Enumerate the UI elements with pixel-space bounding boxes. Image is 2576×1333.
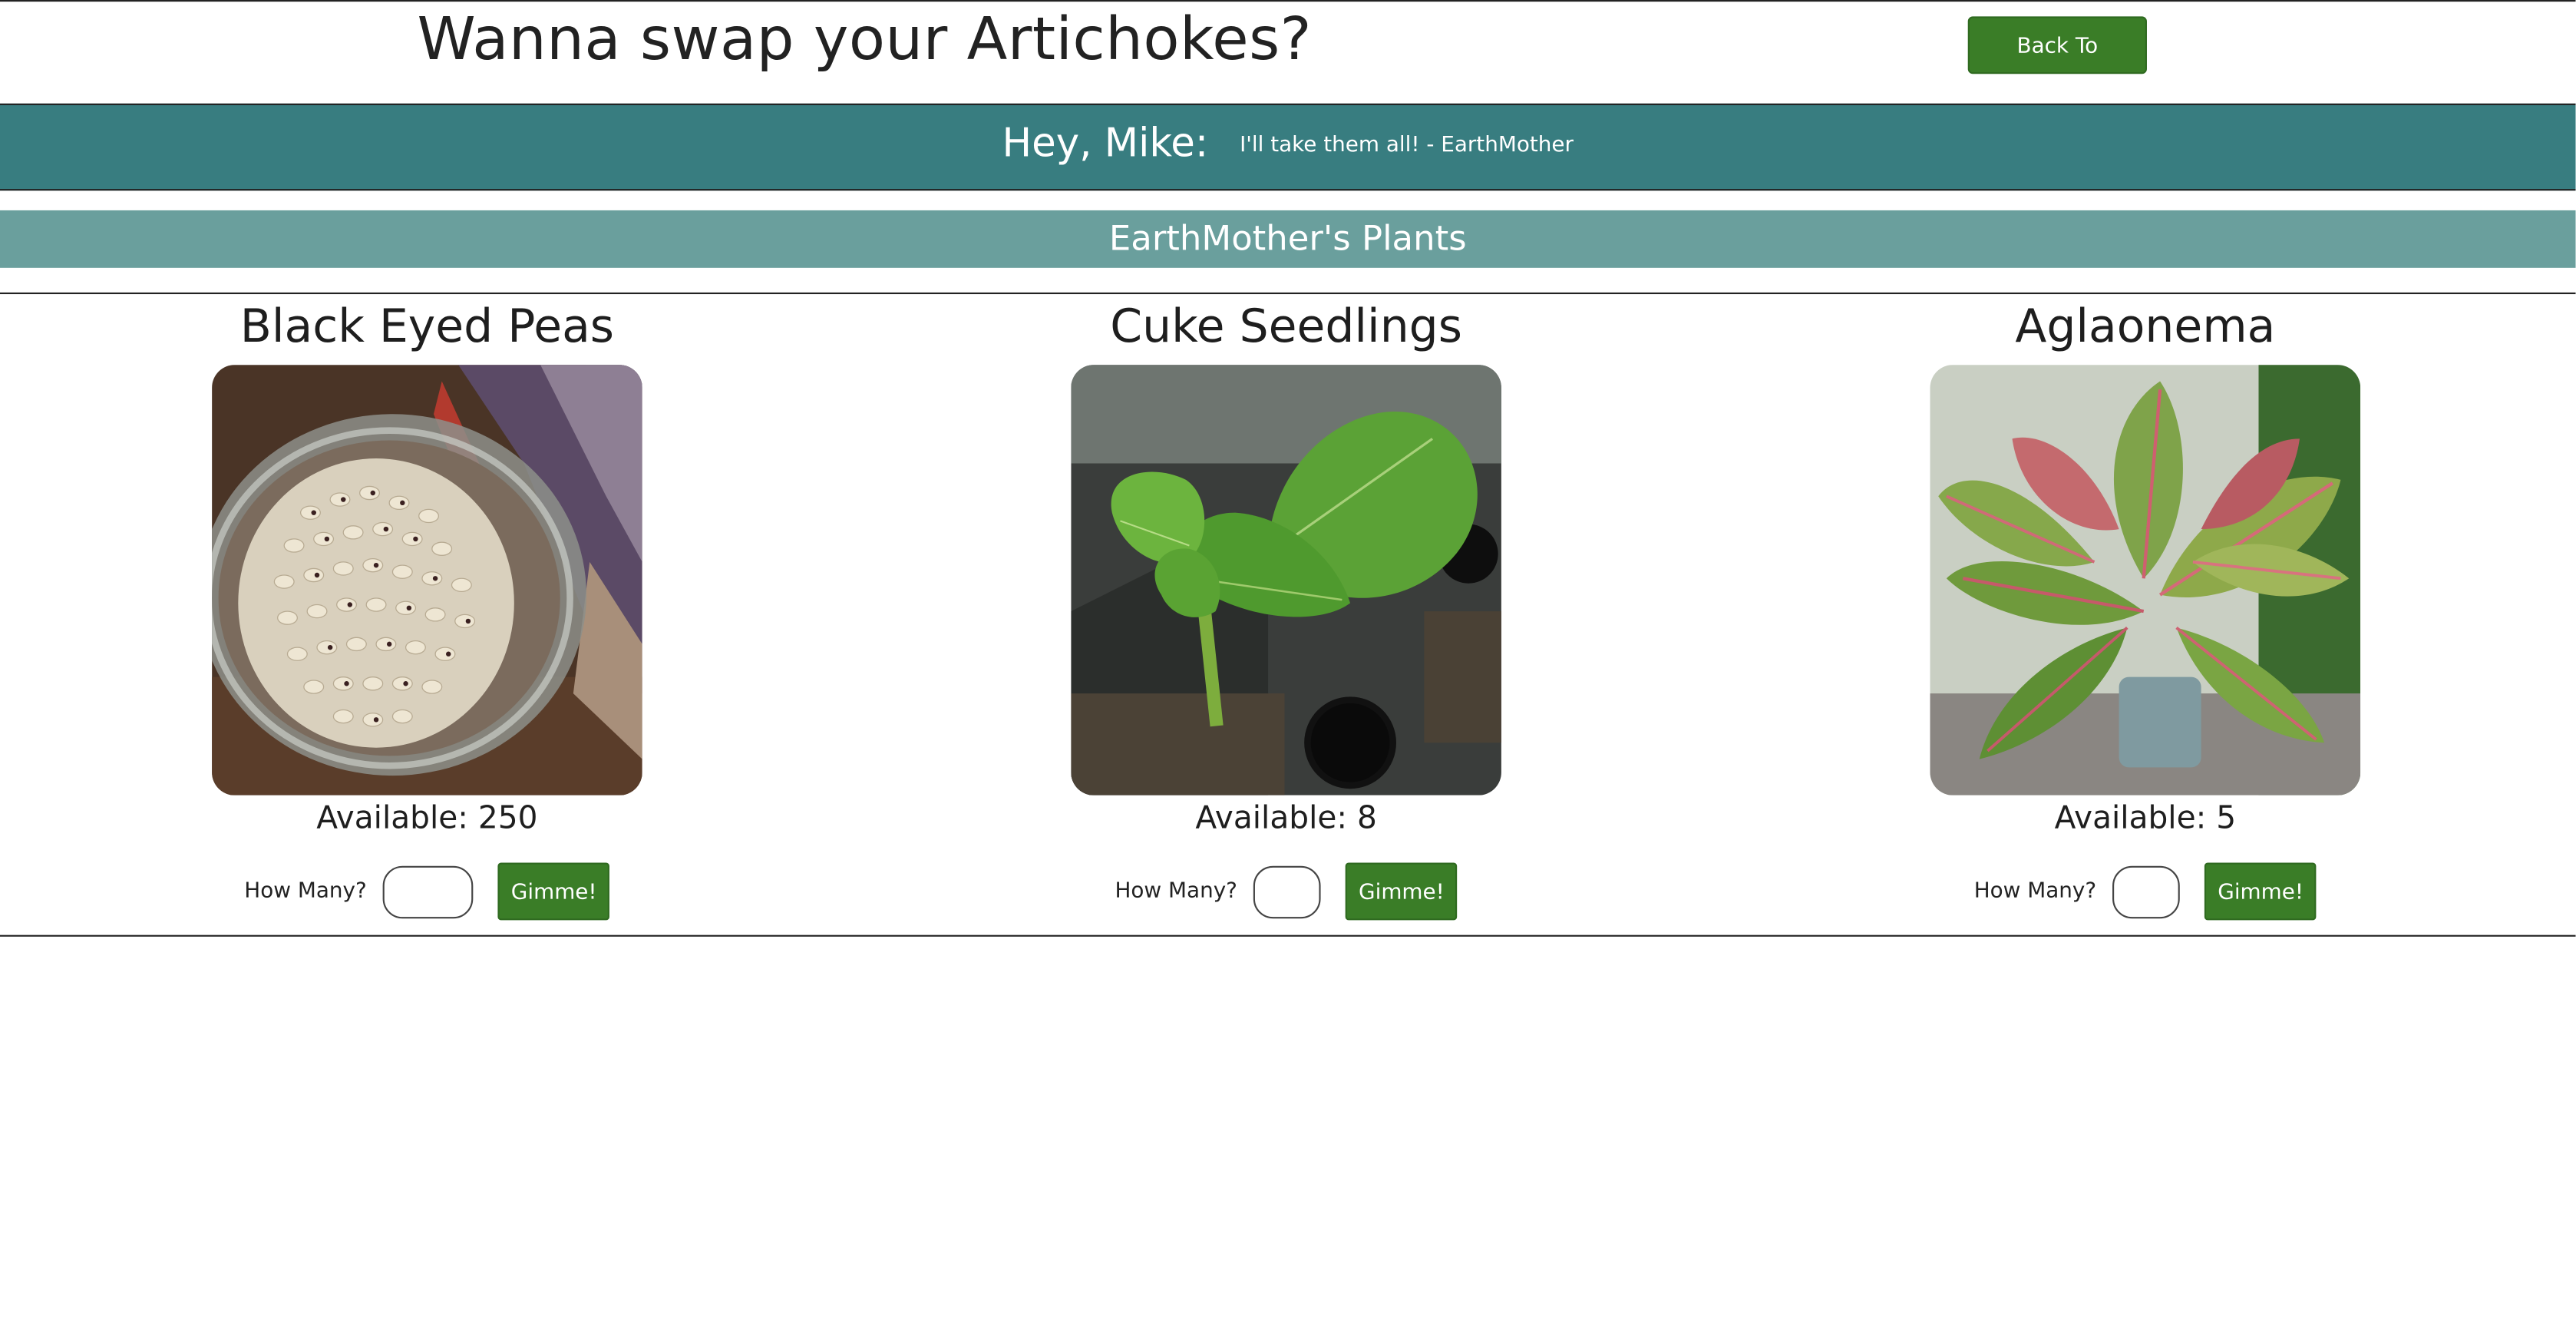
header: Wanna swap your Artichokes? Back To Swap… [0,0,2576,114]
plant-name: Black Eyed Peas [239,299,615,354]
quantity-input[interactable] [383,865,474,918]
aglaonema-plant-photo [1930,365,2361,796]
plant-card-cuke-seedlings: Cuke Seedlings Available: 8 How Many? Gi… [941,294,1631,935]
plant-cards: Black Eyed Peas Available: 250 How Many?… [0,292,2576,937]
cucumber-seedling-photo [1071,365,1501,796]
greeting-text: Hey, Mike: [1002,120,1209,167]
plant-card-black-eyed-peas: Black Eyed Peas Available: 250 How Many?… [82,294,772,935]
quantity-input[interactable] [1253,865,1322,918]
quantity-row: How Many? Gimme! [941,862,1631,925]
available-count: Available: 5 [2054,800,2237,837]
page: Wanna swap your Artichokes? Back To Swap… [0,0,2576,1333]
gimme-button[interactable]: Gimme! [1346,862,1458,921]
plant-card-aglaonema: Aglaonema Available: 5 How Many? Gimme! [1800,294,2490,935]
quantity-row: How Many? Gimme! [1800,862,2490,925]
plant-name: Aglaonema [2015,299,2276,354]
how-many-label: How Many? [1115,878,1237,904]
back-to-swaps-button[interactable]: Back To Swaps [1967,16,2147,114]
message-banner: Hey, Mike: I'll take them all! - EarthMo… [0,103,2576,191]
page-title: Wanna swap your Artichokes? [417,6,1312,74]
how-many-label: How Many? [244,878,367,904]
plant-name: Cuke Seedlings [1110,299,1462,354]
quantity-input[interactable] [2112,865,2181,918]
black-eyed-peas-photo [212,365,642,796]
message-content: Hey, Mike: I'll take them all! - EarthMo… [1002,120,1574,166]
gimme-button[interactable]: Gimme! [2204,862,2317,921]
gimme-button[interactable]: Gimme! [497,862,610,921]
quantity-row: How Many? Gimme! [82,862,772,925]
how-many-label: How Many? [1973,878,2097,904]
plants-section-title: EarthMother's Plants [0,210,2576,268]
offer-text: I'll take them all! - EarthMother [1240,132,1574,157]
available-count: Available: 8 [1195,800,1377,837]
available-count: Available: 250 [316,800,538,837]
